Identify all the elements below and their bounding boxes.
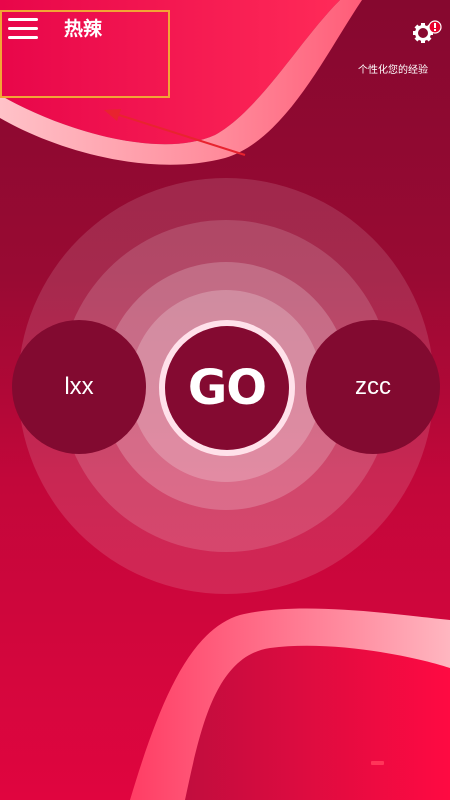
right-player-circle[interactable]: zcc xyxy=(306,320,440,454)
left-player-circle[interactable]: lxx xyxy=(12,320,146,454)
settings-button[interactable] xyxy=(412,20,442,44)
gear-with-alert-icon xyxy=(413,20,442,43)
annotation-highlight-box xyxy=(0,10,170,98)
app-screen: 热辣 个性化您的经验 lxx GO zcc xyxy=(0,0,450,800)
left-player-name: lxx xyxy=(64,373,94,400)
right-player-name: zcc xyxy=(355,373,391,400)
go-button-inner: GO xyxy=(165,326,289,450)
go-button[interactable]: GO xyxy=(159,320,295,456)
personalize-tagline[interactable]: 个性化您的经验 xyxy=(358,64,428,78)
go-label: GO xyxy=(187,360,267,416)
small-dash-mark xyxy=(371,761,384,765)
